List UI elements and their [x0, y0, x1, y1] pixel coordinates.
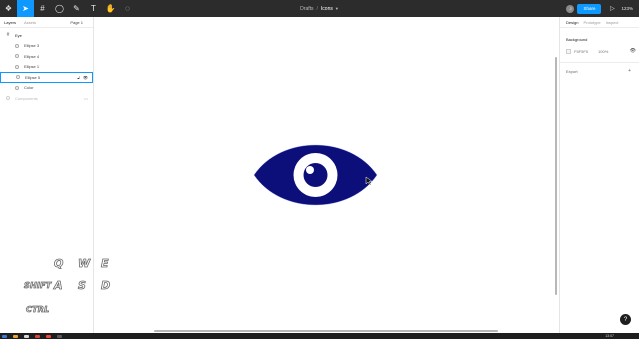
ellipse-icon	[14, 54, 20, 59]
properties-panel: Design Prototype Inspect Background F5F5…	[559, 17, 639, 333]
pen-tool-button[interactable]: ✎	[68, 0, 85, 17]
key-e: E	[101, 257, 109, 271]
frame-tool-button[interactable]: #	[34, 0, 51, 17]
avatar[interactable]: J	[566, 4, 575, 13]
ellipse-icon	[14, 64, 20, 69]
help-button[interactable]: ?	[620, 314, 631, 325]
lock-icon[interactable]: 🔓︎	[77, 75, 80, 80]
layer-label: Ellipse 4	[24, 53, 40, 59]
add-export-icon[interactable]: +	[628, 68, 631, 74]
layer-ellipse-3[interactable]: Ellipse 3	[0, 41, 93, 52]
export-section: Export +	[566, 67, 639, 75]
figma-logo-icon: ❖	[4, 4, 13, 13]
ellipse-icon	[15, 75, 21, 80]
ellipse-icon: ◯	[55, 4, 64, 13]
share-button[interactable]: Share	[577, 3, 602, 14]
app-window: ❖ ➤ # ◯ ✎ T ✋ ◌ Drafts / Icons ▼ J Share…	[0, 0, 639, 339]
layer-color[interactable]: Color	[0, 83, 93, 94]
frame-icon: #	[6, 32, 10, 39]
key-s: S	[78, 279, 87, 293]
taskbar-app-icon[interactable]	[13, 334, 18, 338]
file-name[interactable]: Icons	[321, 6, 333, 12]
key-shift: SHIFT	[24, 281, 52, 291]
layer-ellipse-4[interactable]: Ellipse 4	[0, 51, 93, 62]
export-section-title: Export	[566, 68, 578, 74]
comment-tool-button[interactable]: ◌	[119, 0, 136, 17]
components-label: Components	[15, 95, 38, 101]
key-w: W	[78, 257, 91, 271]
move-tool-button[interactable]: ➤	[17, 0, 34, 17]
layer-ellipse-5[interactable]: Ellipse 5 🔓︎ 👁︎	[0, 72, 93, 83]
horizontal-scrollbar[interactable]	[154, 330, 498, 332]
layers-panel-tabs: Layers Assets Page 1	[0, 17, 93, 28]
question-icon: ?	[623, 316, 628, 323]
taskbar-app-icon[interactable]	[57, 334, 62, 338]
layer-actions: 🔓︎ 👁︎	[74, 73, 88, 82]
shape-tool-button[interactable]: ◯	[51, 0, 68, 17]
layer-label: Ellipse 3	[24, 43, 40, 49]
component-icon	[5, 96, 11, 101]
page-selector[interactable]: Page 1	[70, 17, 83, 28]
zoom-dropdown[interactable]: 123%	[621, 6, 633, 11]
breadcrumb-team[interactable]: Drafts	[300, 6, 313, 12]
layer-frame-eye[interactable]: # Eye	[0, 30, 93, 41]
background-section-title: Background	[566, 37, 588, 42]
comment-icon: ◌	[125, 4, 130, 13]
eye-visibility-icon[interactable]: 👁︎	[83, 75, 88, 80]
tab-layers[interactable]: Layers	[4, 20, 16, 25]
background-hex-input[interactable]: F5F5F5	[574, 49, 588, 54]
properties-tabs: Design Prototype Inspect	[560, 17, 639, 28]
key-ctrl: CTRL	[26, 305, 50, 315]
tab-assets[interactable]: Assets	[24, 20, 36, 25]
frame-icon: #	[40, 4, 45, 13]
tool-group: ❖ ➤ # ◯ ✎ T ✋ ◌	[0, 0, 136, 17]
main-menu-button[interactable]: ❖	[0, 0, 17, 17]
layer-ellipse-1[interactable]: Ellipse 1	[0, 62, 93, 73]
layer-label: Color	[24, 85, 34, 91]
tab-prototype[interactable]: Prototype	[583, 20, 600, 25]
ellipse-icon	[14, 85, 20, 90]
text-icon: T	[91, 4, 96, 13]
eye-visibility-icon[interactable]: 👁︎	[630, 48, 636, 54]
taskbar-app-icon[interactable]	[35, 334, 40, 338]
taskbar-app-icon[interactable]	[2, 334, 7, 338]
key-a: A	[54, 279, 63, 293]
ellipse-icon	[14, 43, 20, 48]
play-icon: ▷	[610, 6, 615, 12]
key-q: Q	[54, 257, 64, 271]
design-canvas[interactable]	[95, 17, 558, 333]
present-button[interactable]: ▷	[607, 0, 617, 17]
text-tool-button[interactable]: T	[85, 0, 102, 17]
more-icon[interactable]: •••	[84, 96, 88, 101]
os-taskbar: 13:07	[0, 333, 639, 339]
chevron-down-icon[interactable]: ▼	[335, 6, 339, 11]
layer-label: Ellipse 1	[24, 64, 40, 70]
eye-highlight	[306, 166, 314, 174]
background-fill-row: F5F5F5 100% 👁︎	[566, 47, 639, 55]
taskbar-clock: 13:07	[605, 334, 614, 338]
taskbar-app-icon[interactable]	[24, 334, 29, 338]
canvas-artwork	[253, 144, 378, 206]
background-color-swatch[interactable]	[566, 48, 571, 54]
zoom-level: 123%	[621, 6, 633, 11]
toolbar-right: J Share ▷ 123%	[566, 0, 639, 17]
pen-icon: ✎	[73, 4, 80, 13]
layer-label: Eye	[15, 32, 22, 38]
taskbar-app-icon[interactable]	[46, 334, 51, 338]
divider	[560, 62, 639, 63]
key-d: D	[101, 279, 111, 293]
vertical-scrollbar[interactable]	[555, 57, 557, 295]
eye-pupil	[303, 163, 328, 187]
cursor-icon: ➤	[22, 4, 29, 13]
tab-inspect[interactable]: Inspect	[606, 20, 619, 25]
taskbar-apps	[2, 334, 68, 338]
hand-icon: ✋	[105, 4, 116, 13]
top-toolbar: ❖ ➤ # ◯ ✎ T ✋ ◌ Drafts / Icons ▼ J Share…	[0, 0, 639, 17]
hand-tool-button[interactable]: ✋	[102, 0, 119, 17]
breadcrumb-separator: /	[316, 5, 318, 12]
tab-design[interactable]: Design	[566, 20, 578, 25]
background-opacity-input[interactable]: 100%	[598, 49, 608, 54]
components-row[interactable]: Components •••	[0, 93, 93, 104]
layer-label: Ellipse 5	[25, 74, 41, 80]
